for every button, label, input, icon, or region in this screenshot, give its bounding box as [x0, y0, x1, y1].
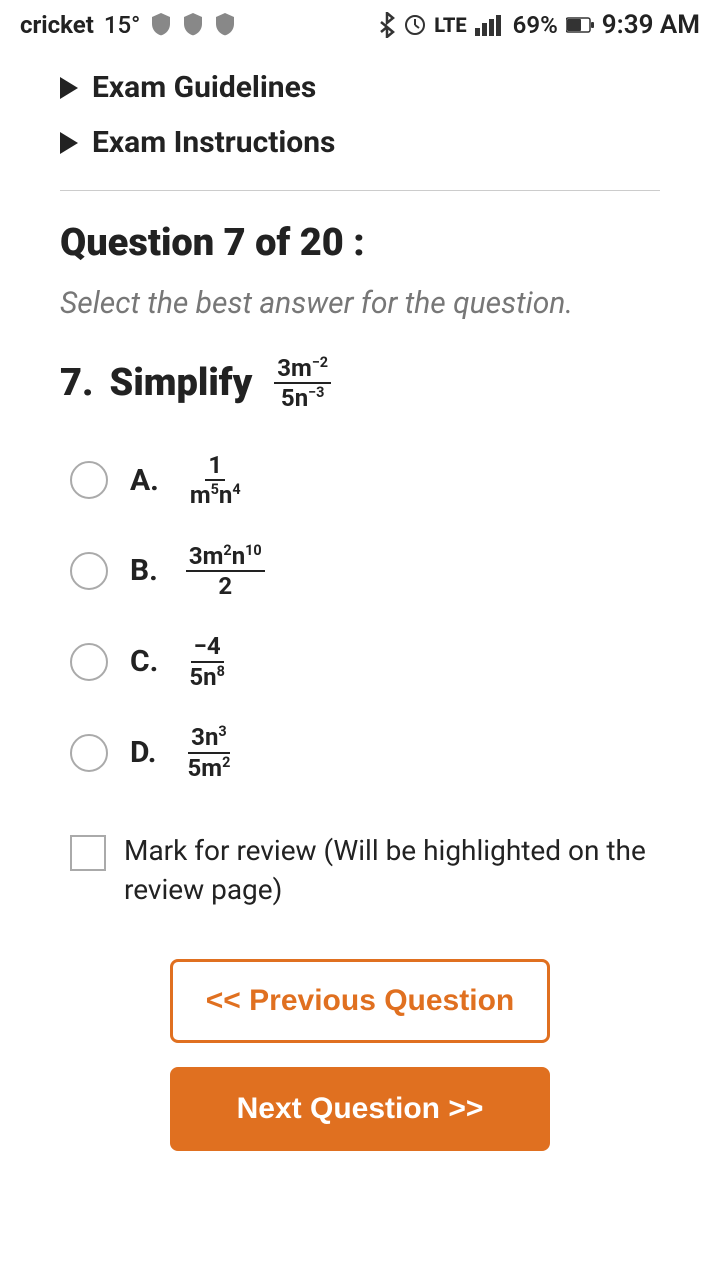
status-right: LTE 69% 9:39 AM	[378, 10, 700, 40]
status-left: cricket 15°	[20, 11, 236, 39]
option-a-letter: A.	[130, 463, 159, 498]
option-c[interactable]: C. −4 5n8	[70, 633, 660, 690]
clock-icon	[404, 14, 426, 36]
battery-icon	[566, 17, 594, 33]
option-a-expr: 1 m5n4	[181, 452, 244, 509]
review-section[interactable]: Mark for review (Will be highlighted on …	[60, 831, 660, 909]
option-d-letter: D.	[130, 735, 157, 770]
radio-a[interactable]	[70, 461, 108, 499]
guidelines-arrow-icon	[60, 77, 78, 99]
shield-icon-3	[214, 12, 236, 38]
radio-b[interactable]	[70, 552, 108, 590]
time-label: 9:39 AM	[602, 10, 700, 40]
lte-label: LTE	[434, 13, 466, 37]
exam-guidelines-label: Exam Guidelines	[92, 70, 316, 105]
option-c-expr: −4 5n8	[180, 633, 228, 690]
option-b-letter: B.	[130, 553, 158, 588]
question-header: Question 7 of 20 :	[60, 221, 660, 265]
bluetooth-icon	[378, 12, 396, 38]
question-text: 7. Simplify 3m−2 5n−3	[60, 355, 660, 412]
previous-question-button[interactable]: << Previous Question	[170, 959, 550, 1043]
option-b-expr: 3m2n10 2	[180, 543, 265, 600]
option-a[interactable]: A. 1 m5n4	[70, 452, 660, 509]
exam-instructions-label: Exam Instructions	[92, 125, 335, 160]
instruction-text: Select the best answer for the question.	[60, 283, 660, 325]
radio-c[interactable]	[70, 643, 108, 681]
option-d-expr: 3n3 5m2	[179, 724, 234, 781]
battery-label: 69%	[513, 11, 558, 39]
next-question-button[interactable]: Next Question >>	[170, 1067, 550, 1151]
radio-d[interactable]	[70, 734, 108, 772]
option-d[interactable]: D. 3n3 5m2	[70, 724, 660, 781]
review-label: Mark for review (Will be highlighted on …	[124, 831, 660, 909]
fraction-denominator: 5n−3	[278, 384, 327, 411]
status-bar: cricket 15° LTE 69% 9:39 AM	[0, 0, 720, 50]
shield-icon-2	[182, 12, 204, 38]
carrier-label: cricket	[20, 11, 94, 39]
option-b[interactable]: B. 3m2n10 2	[70, 543, 660, 600]
question-number: 7.	[60, 361, 94, 405]
answer-options: A. 1 m5n4 B. 3m2n10 2 C.	[60, 452, 660, 781]
instructions-arrow-icon	[60, 132, 78, 154]
option-c-letter: C.	[130, 644, 158, 679]
exam-guidelines-item[interactable]: Exam Guidelines	[60, 60, 660, 115]
exam-instructions-item[interactable]: Exam Instructions	[60, 115, 660, 170]
signal-icon	[475, 14, 505, 36]
question-verb: Simplify	[110, 361, 253, 405]
temp-label: 15°	[104, 11, 140, 39]
section-divider	[60, 190, 660, 191]
question-fraction: 3m−2 5n−3	[274, 355, 331, 412]
shield-icon-1	[150, 12, 172, 38]
fraction-numerator: 3m−2	[274, 355, 331, 384]
button-section: << Previous Question Next Question >>	[60, 959, 660, 1181]
review-checkbox[interactable]	[70, 835, 106, 871]
main-content: Exam Guidelines Exam Instructions Questi…	[0, 50, 720, 1221]
